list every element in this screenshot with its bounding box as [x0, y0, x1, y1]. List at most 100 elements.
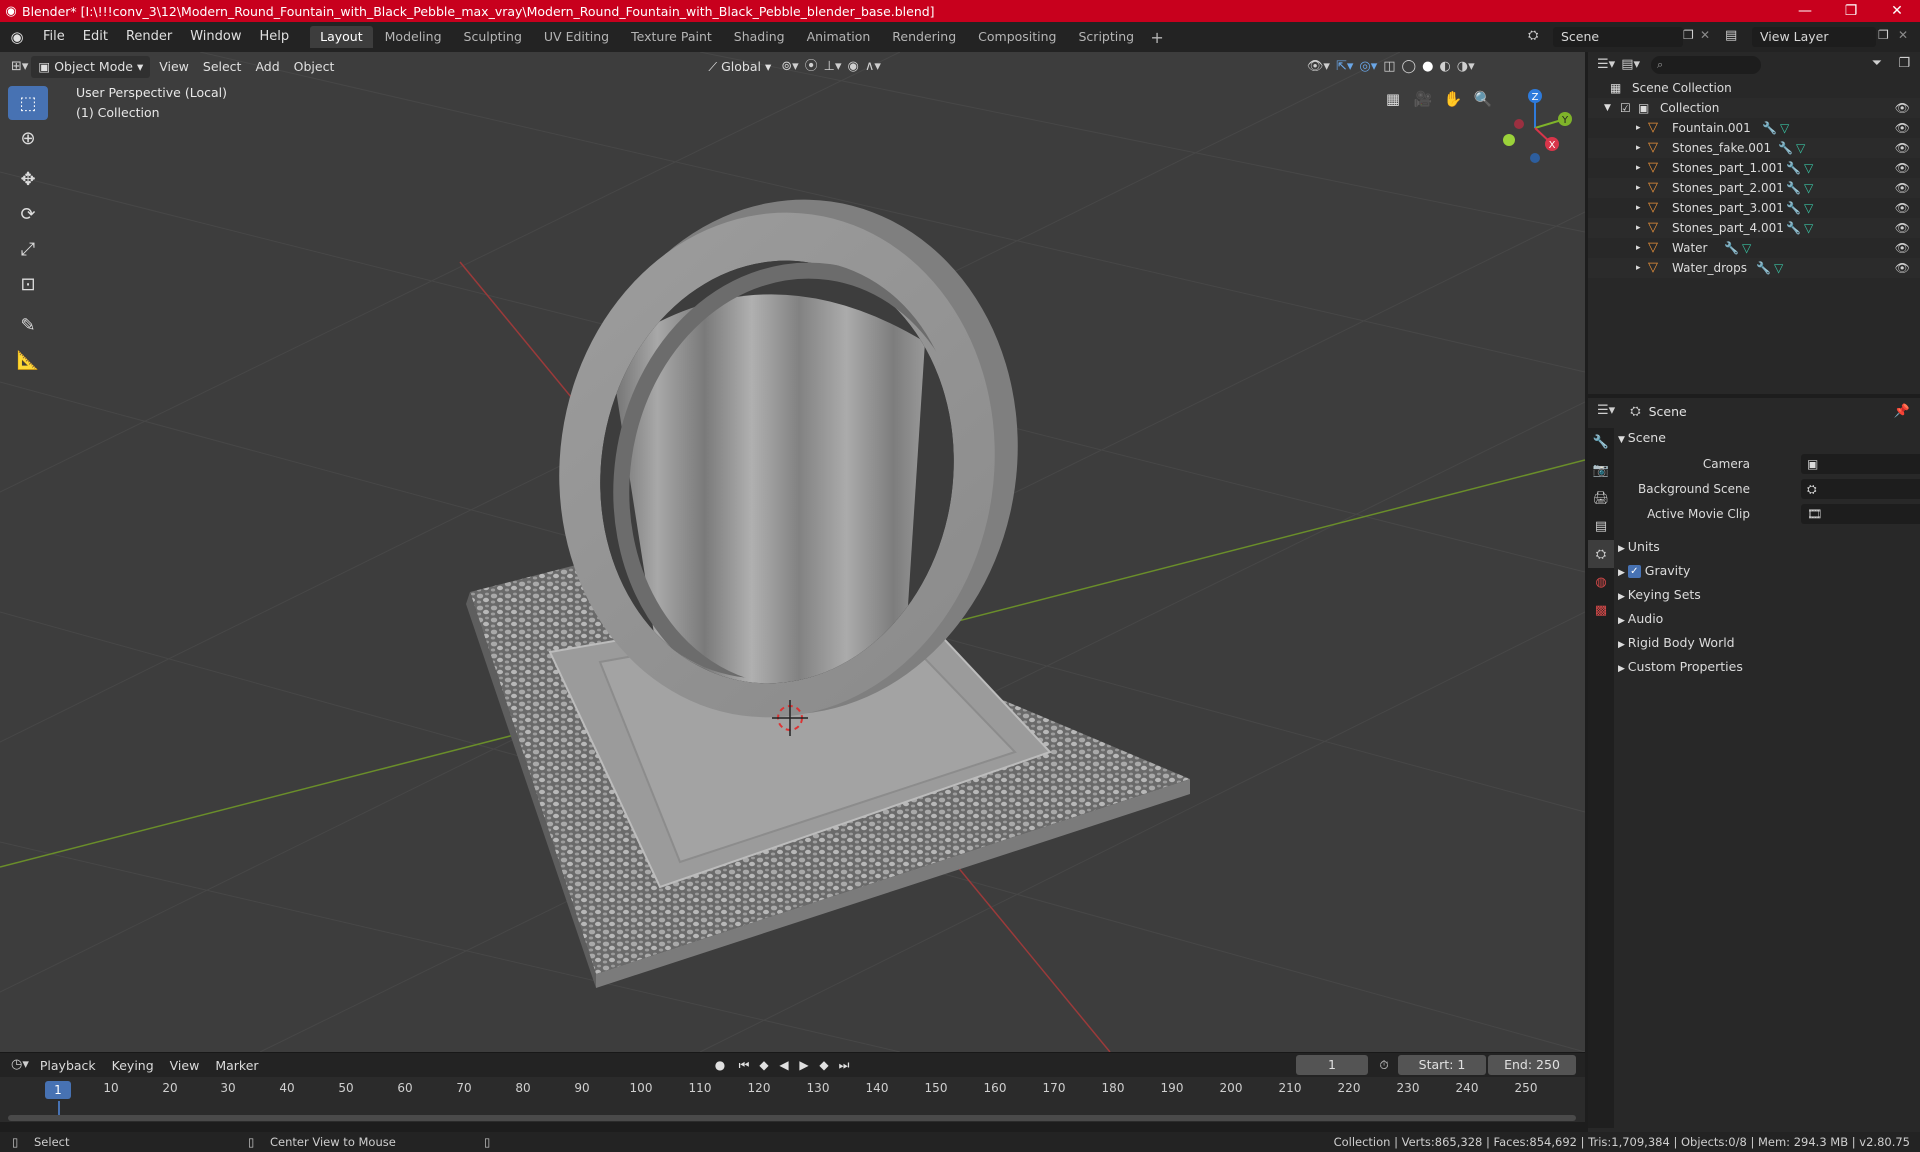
pin-icon[interactable]: 📌 [1894, 404, 1910, 419]
outliner-editor-type-icon[interactable]: ☰▾ [1594, 54, 1618, 76]
start-frame-field[interactable]: Start: 1 [1398, 1055, 1486, 1075]
expand-icon[interactable]: ▸ [1636, 138, 1641, 158]
texture-tab-icon[interactable]: ▩ [1588, 596, 1614, 624]
scene-panel-header[interactable]: ▼ Scene [1618, 426, 1916, 450]
new-view-layer-icon[interactable]: ❐ [1878, 28, 1889, 42]
jump-start-icon[interactable]: ⏮ [734, 1055, 754, 1075]
tab-modeling[interactable]: Modeling [375, 26, 452, 48]
modifier-icon[interactable]: 🔧 [1762, 118, 1777, 138]
menu-help[interactable]: Help [251, 25, 299, 49]
scene-icon[interactable]: ⛭ [1528, 28, 1538, 43]
outliner-collection[interactable]: ▼ ☑ ▣ Collection 👁 [1588, 98, 1920, 118]
current-frame-field[interactable]: 1 [1296, 1055, 1368, 1075]
mesh-data-icon[interactable]: ▽ [1804, 158, 1813, 178]
scene-selector[interactable]: Scene [1553, 27, 1683, 47]
tab-scripting[interactable]: Scripting [1069, 26, 1145, 48]
close-icon[interactable]: ✕ [1874, 3, 1920, 19]
mesh-data-icon[interactable]: ▽ [1780, 118, 1789, 138]
expand-icon[interactable]: ▸ [1636, 258, 1641, 278]
editor-type-icon[interactable]: ⊞▾ [8, 56, 31, 78]
gravity-checkbox[interactable]: ✓ [1627, 565, 1641, 578]
output-tab-icon[interactable]: 🖨 [1588, 484, 1614, 512]
menu-window[interactable]: Window [181, 25, 250, 49]
transform-orientation-dropdown[interactable]: ⟋ Global ▾ [701, 56, 778, 78]
menu-edit[interactable]: Edit [74, 25, 117, 49]
expand-icon[interactable]: ▸ [1636, 178, 1641, 198]
transform-tool-icon[interactable]: ⊡ [8, 267, 48, 301]
tool-tab-icon[interactable]: 🔧 [1588, 428, 1614, 456]
timeline-ruler[interactable]: 1 10 20 30 40 50 60 70 80 90 100 110 120… [0, 1077, 1585, 1101]
menu-file[interactable]: File [34, 25, 74, 49]
tab-texture-paint[interactable]: Texture Paint [621, 26, 722, 48]
visibility-icon[interactable]: 👁 [1895, 198, 1910, 218]
modifier-icon[interactable]: 🔧 [1756, 258, 1771, 278]
material-shading-icon[interactable]: ◐ [1436, 56, 1453, 78]
rendered-shading-icon[interactable]: ◑▾ [1454, 56, 1478, 78]
annotate-tool-icon[interactable]: ✎ [8, 308, 48, 342]
new-collection-icon[interactable]: ❐ [1898, 56, 1910, 71]
outliner-scene-collection[interactable]: ▦ Scene Collection [1588, 78, 1920, 98]
play-icon[interactable]: ▶ [794, 1055, 814, 1075]
viewport-menu-view[interactable]: View [152, 56, 196, 78]
mesh-data-icon[interactable]: ▽ [1804, 218, 1813, 238]
pan-view-icon[interactable]: ✋ [1440, 86, 1466, 112]
pivot-point-icon[interactable]: ⊚▾ [778, 56, 801, 78]
mesh-data-icon[interactable]: ▽ [1804, 198, 1813, 218]
view-layer-selector[interactable]: View Layer [1752, 27, 1876, 47]
new-scene-icon[interactable]: ❐ [1683, 28, 1694, 42]
gizmo-toggle-icon[interactable]: ⇱▾ [1333, 56, 1356, 78]
tab-shading[interactable]: Shading [724, 26, 795, 48]
expand-icon[interactable]: ▸ [1636, 118, 1641, 138]
outliner-item-stones-part-3[interactable]: ▸ ▽ Stones_part_3.001 🔧 ▽ 👁 [1588, 198, 1920, 218]
restore-icon[interactable]: ❐ [1828, 3, 1874, 19]
mode-dropdown[interactable]: ▣ Object Mode ▾ [31, 56, 151, 78]
toggle-grid-icon[interactable]: ▦ [1380, 86, 1406, 112]
wireframe-shading-icon[interactable]: ◯ [1399, 56, 1420, 78]
gravity-panel[interactable]: ▶ ✓ Gravity [1618, 559, 1916, 583]
visibility-icon[interactable]: 👁 [1895, 218, 1910, 238]
view-layer-icon[interactable]: ▤ [1725, 28, 1737, 43]
proportional-edit-icon[interactable]: ◉ [845, 56, 862, 78]
expand-icon[interactable]: ▸ [1636, 198, 1641, 218]
scale-tool-icon[interactable]: ⤢ [8, 232, 48, 266]
display-mode-icon[interactable]: ▤▾ [1618, 54, 1643, 76]
tab-rendering[interactable]: Rendering [882, 26, 966, 48]
outliner-item-stones-fake[interactable]: ▸ ▽ Stones_fake.001 🔧 ▽ 👁 [1588, 138, 1920, 158]
visibility-icon[interactable]: 👁▾ [1304, 56, 1333, 78]
mesh-data-icon[interactable]: ▽ [1774, 258, 1783, 278]
current-frame-marker[interactable]: 1 [45, 1081, 71, 1099]
outliner-item-stones-part-4[interactable]: ▸ ▽ Stones_part_4.001 🔧 ▽ 👁 [1588, 218, 1920, 238]
select-box-tool-icon[interactable]: ⬚ [8, 86, 48, 120]
viewport-menu-select[interactable]: Select [196, 56, 249, 78]
navigation-gizmo[interactable]: Z Y X [1495, 88, 1575, 168]
minimize-icon[interactable]: — [1782, 3, 1828, 19]
add-workspace-icon[interactable]: + [1146, 28, 1168, 47]
expand-icon[interactable]: ▸ [1636, 158, 1641, 178]
prev-keyframe-icon[interactable]: ◆ [754, 1055, 774, 1075]
camera-field[interactable]: ▣✎ [1801, 454, 1920, 474]
xray-icon[interactable]: ◫ [1380, 56, 1398, 78]
outliner-item-stones-part-2[interactable]: ▸ ▽ Stones_part_2.001 🔧 ▽ 👁 [1588, 178, 1920, 198]
blender-menu-icon[interactable]: ◉ [0, 28, 34, 46]
record-icon[interactable]: ● [710, 1055, 730, 1075]
visibility-icon[interactable]: 👁 [1895, 138, 1910, 158]
tab-uv-editing[interactable]: UV Editing [534, 26, 619, 48]
outliner-search-input[interactable]: ⌕ [1651, 56, 1761, 74]
jump-end-icon[interactable]: ⏭ [834, 1055, 854, 1075]
visibility-icon[interactable]: 👁 [1895, 178, 1910, 198]
active-movie-clip-field[interactable]: 🎞 [1801, 504, 1920, 524]
move-tool-icon[interactable]: ✥ [8, 162, 48, 196]
modifier-icon[interactable]: 🔧 [1786, 198, 1801, 218]
stopwatch-icon[interactable]: ⏱ [1374, 1055, 1394, 1075]
visibility-icon[interactable]: 👁 [1895, 238, 1910, 258]
mesh-data-icon[interactable]: ▽ [1804, 178, 1813, 198]
expand-icon[interactable]: ▸ [1636, 238, 1641, 258]
solid-shading-icon[interactable]: ● [1419, 56, 1436, 78]
visibility-icon[interactable]: 👁 [1895, 258, 1910, 278]
timeline-menu-playback[interactable]: Playback [32, 1058, 104, 1073]
snap-icon[interactable]: ⦿ [802, 56, 821, 78]
outliner-item-water[interactable]: ▸ ▽ Water 🔧 ▽ 👁 [1588, 238, 1920, 258]
overlay-toggle-icon[interactable]: ◎▾ [1356, 56, 1380, 78]
next-keyframe-icon[interactable]: ◆ [814, 1055, 834, 1075]
viewport-menu-add[interactable]: Add [248, 56, 286, 78]
